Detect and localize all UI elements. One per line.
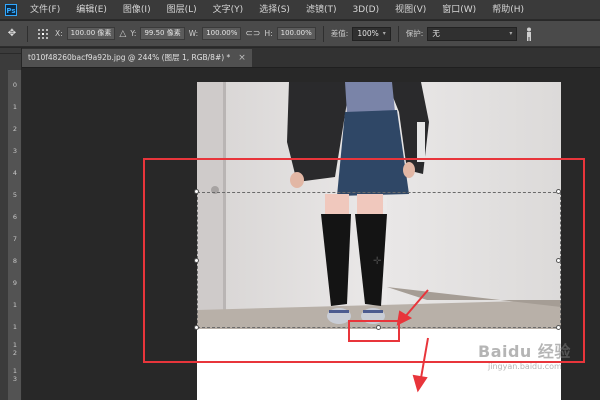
- close-icon[interactable]: ×: [238, 49, 246, 67]
- protect-value: 无: [432, 28, 440, 38]
- ruler-label: 3: [12, 375, 18, 383]
- triangle-delta-icon[interactable]: △: [119, 29, 126, 39]
- ruler-label: 6: [12, 213, 18, 221]
- ruler-label: 5: [12, 191, 18, 199]
- ruler-label: 1: [12, 301, 18, 309]
- ruler-label: 7: [12, 235, 18, 243]
- photoshop-logo[interactable]: Ps: [0, 0, 22, 20]
- h-field[interactable]: 100.00%: [276, 27, 316, 40]
- baidu-watermark: Baidu 经验 jingyan.baidu.com: [478, 338, 600, 388]
- menu-layer[interactable]: 图层(L): [159, 0, 205, 20]
- w-label: W:: [188, 29, 199, 38]
- document-tab-bar: t010f48260bacf9a92b.jpg @ 244% (图层 1, RG…: [22, 48, 600, 68]
- watermark-sub: jingyan.baidu.com: [488, 362, 562, 371]
- menu-edit[interactable]: 编辑(E): [68, 0, 115, 20]
- menu-type[interactable]: 文字(Y): [205, 0, 252, 20]
- ruler-label: 1: [12, 367, 18, 375]
- menu-select[interactable]: 选择(S): [251, 0, 298, 20]
- menu-filter[interactable]: 滤镜(T): [298, 0, 345, 20]
- menu-window[interactable]: 窗口(W): [434, 0, 484, 20]
- ruler-label: 1: [12, 341, 18, 349]
- y-field[interactable]: 99.50 像素: [140, 27, 185, 40]
- ruler-label: 4: [12, 169, 18, 177]
- divider: [397, 25, 399, 42]
- w-field[interactable]: 100.00%: [202, 27, 242, 40]
- menu-file[interactable]: 文件(F): [22, 0, 68, 20]
- reference-point-icon[interactable]: [35, 26, 51, 42]
- menu-bar: Ps 文件(F) 编辑(E) 图像(I) 图层(L) 文字(Y) 选择(S) 滤…: [0, 0, 600, 20]
- divider: [27, 25, 28, 42]
- person-icon[interactable]: [521, 26, 537, 42]
- y-label: Y:: [130, 29, 137, 38]
- protect-select[interactable]: 无 ▾: [427, 26, 518, 41]
- chevron-down-icon: ▾: [382, 29, 386, 37]
- ruler-label: 2: [12, 125, 18, 133]
- interp-select[interactable]: 100% ▾: [352, 26, 391, 41]
- menu-3d[interactable]: 3D(D): [344, 0, 387, 20]
- panel-grip[interactable]: [0, 48, 21, 54]
- link-icon[interactable]: ⊂⊃: [245, 29, 260, 39]
- menu-help[interactable]: 帮助(H): [484, 0, 532, 20]
- interp-label: 差值:: [330, 29, 349, 38]
- vertical-ruler[interactable]: 0 1 2 3 4 5 6 7 8 9 1 1 1 2 1 3: [8, 70, 22, 400]
- menu-image[interactable]: 图像(I): [115, 0, 159, 20]
- logo-text: Ps: [5, 3, 17, 16]
- ruler-label: 2: [12, 349, 18, 357]
- ruler-label: 1: [12, 103, 18, 111]
- h-label: H:: [264, 29, 273, 38]
- ruler-label: 0: [12, 81, 18, 89]
- ruler-label: 3: [12, 147, 18, 155]
- divider: [322, 25, 324, 42]
- ruler-label: 1: [12, 323, 18, 331]
- options-bar: ✥ X: 100.00 像素 △ Y: 99.50 像素 W: 100.00% …: [0, 21, 600, 47]
- x-field[interactable]: 100.00 像素: [66, 27, 116, 40]
- chevron-down-icon: ▾: [509, 29, 513, 37]
- ruler-label: 8: [12, 257, 18, 265]
- document-tab[interactable]: t010f48260bacf9a92b.jpg @ 244% (图层 1, RG…: [22, 49, 252, 67]
- annotation-box-small: [348, 320, 400, 342]
- x-label: X:: [55, 29, 63, 38]
- document-tab-title: t010f48260bacf9a92b.jpg @ 244% (图层 1, RG…: [28, 53, 231, 62]
- ruler-label: 9: [12, 279, 18, 287]
- interp-value: 100%: [357, 28, 379, 38]
- watermark-main: Baidu 经验: [478, 342, 571, 361]
- menu-view[interactable]: 视图(V): [387, 0, 434, 20]
- move-tool-icon[interactable]: ✥: [4, 26, 20, 42]
- protect-label: 保护:: [405, 29, 424, 38]
